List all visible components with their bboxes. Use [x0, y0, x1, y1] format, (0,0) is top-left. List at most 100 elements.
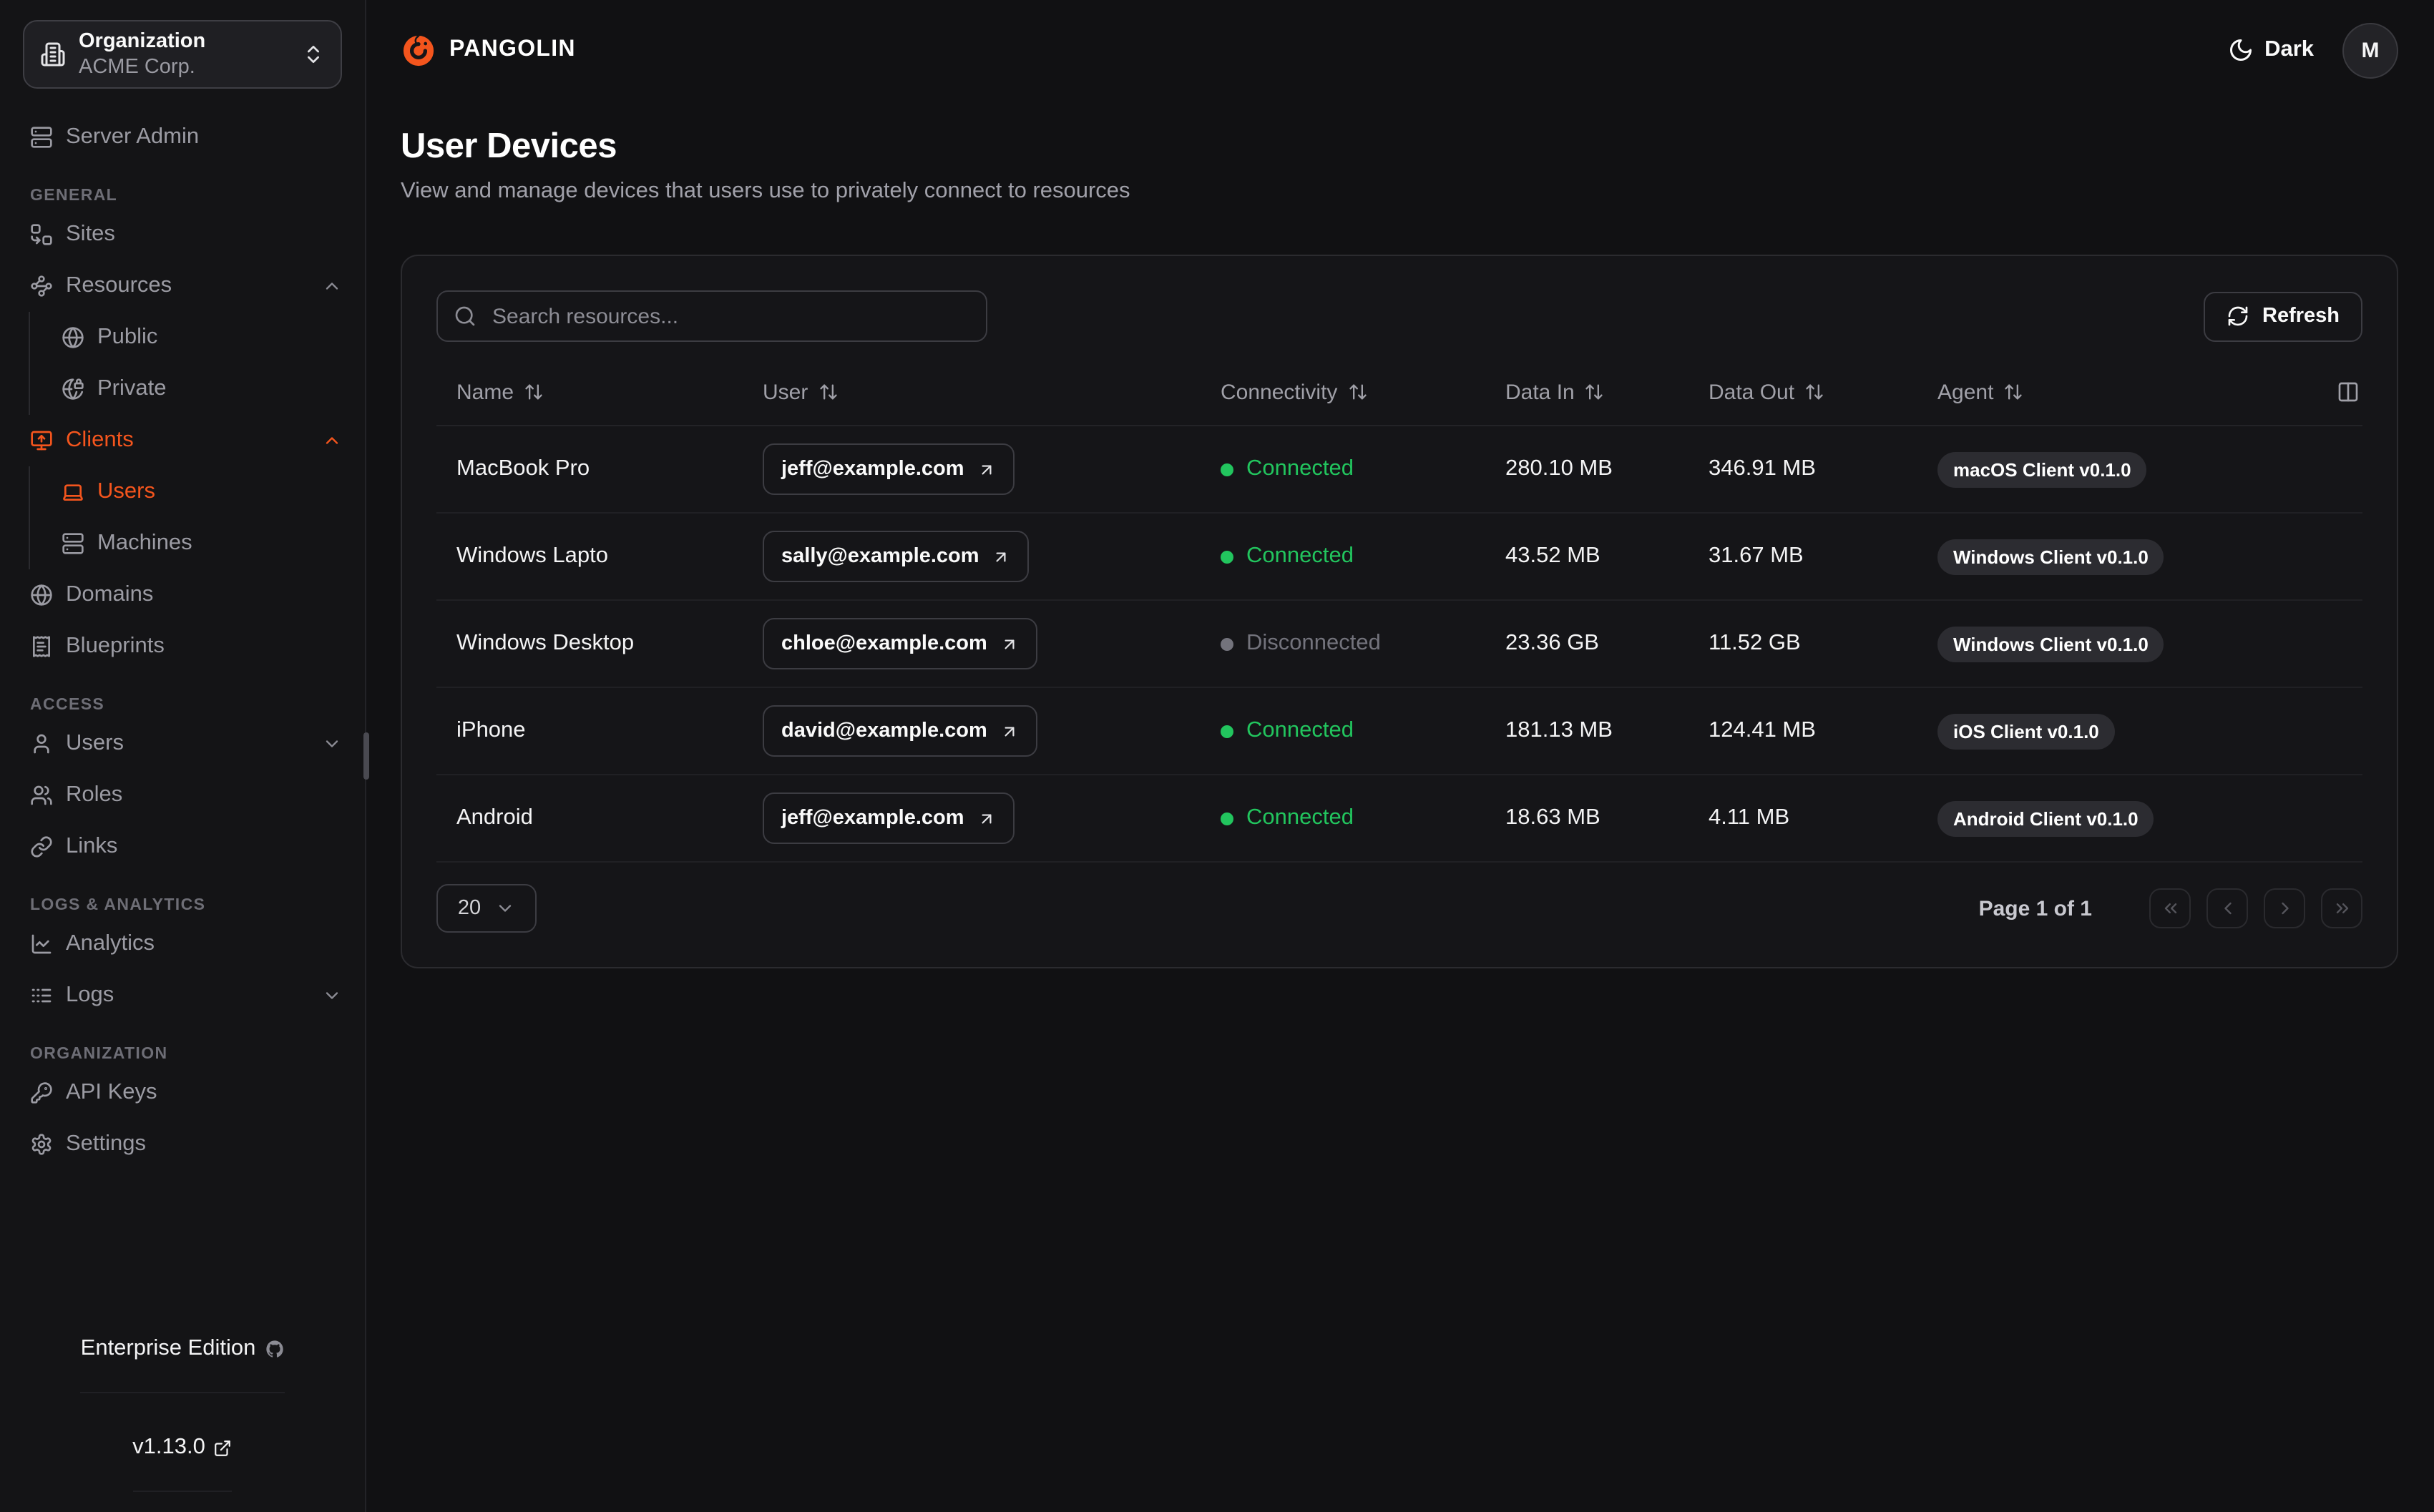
user-link-button[interactable]: chloe@example.com	[763, 618, 1037, 669]
sidebar-item-users[interactable]: Users	[0, 718, 365, 770]
column-label: Data Out	[1709, 380, 1795, 404]
sidebar-item-api-keys[interactable]: API Keys	[0, 1067, 365, 1119]
version-row[interactable]: v1.13.0	[132, 1405, 233, 1492]
search-input[interactable]	[489, 303, 970, 330]
agent-badge: Windows Client v0.1.0	[1937, 626, 2164, 662]
refresh-icon	[2228, 306, 2248, 326]
user-email: david@example.com	[781, 720, 987, 742]
page-title: User Devices	[401, 127, 617, 166]
sidebar-item-label: Blueprints	[66, 634, 165, 658]
sidebar-item-label: Users	[97, 479, 155, 504]
cell-user: jeff@example.com	[743, 792, 1201, 844]
first-page-button[interactable]	[2149, 888, 2191, 928]
chevron-down-icon	[499, 905, 512, 912]
column-header-data-in[interactable]: Data In	[1485, 380, 1688, 404]
server-icon	[31, 127, 52, 148]
sidebar-item-machines[interactable]: Machines	[30, 518, 365, 569]
clients-subgroup: Users Machines	[29, 466, 365, 569]
sidebar-item-resources[interactable]: Resources	[0, 260, 365, 312]
brand[interactable]: PANGOLIN	[401, 32, 576, 68]
sidebar-item-analytics[interactable]: Analytics	[0, 918, 365, 970]
next-page-button[interactable]	[2264, 888, 2305, 928]
cell-connectivity: Connected	[1201, 805, 1485, 831]
page-size-select[interactable]: 20	[436, 884, 537, 933]
cell-data-out: 124.41 MB	[1709, 718, 1816, 742]
cell-agent: Android Client v0.1.0	[1917, 800, 2275, 836]
sidebar-item-private[interactable]: Private	[30, 363, 365, 415]
cell-name: iPhone	[456, 718, 526, 742]
column-header-agent[interactable]: Agent	[1917, 380, 2275, 404]
sidebar-item-links[interactable]: Links	[0, 821, 365, 873]
globe-icon	[31, 584, 52, 606]
cell-agent: iOS Client v0.1.0	[1917, 713, 2275, 749]
cell-agent: Windows Client v0.1.0	[1917, 539, 2275, 574]
user-link-button[interactable]: david@example.com	[763, 705, 1037, 757]
user-email: jeff@example.com	[781, 807, 964, 830]
columns-toggle-button[interactable]	[2337, 381, 2360, 403]
search-icon	[455, 306, 475, 326]
arrow-up-right-icon	[982, 464, 992, 474]
sort-icon	[1349, 384, 1367, 400]
cell-user: sally@example.com	[743, 531, 1201, 582]
column-header-name[interactable]: Name	[436, 380, 743, 404]
user-link-button[interactable]: jeff@example.com	[763, 792, 1015, 844]
column-header-user[interactable]: User	[743, 380, 1201, 404]
sidebar-item-blueprints[interactable]: Blueprints	[0, 621, 365, 672]
column-header-options	[2275, 381, 2362, 403]
theme-toggle[interactable]: Dark	[2227, 37, 2314, 63]
chevron-down-icon	[326, 992, 338, 999]
cell-connectivity: Connected	[1201, 718, 1485, 744]
column-header-data-out[interactable]: Data Out	[1688, 380, 1917, 404]
user-email: jeff@example.com	[781, 458, 964, 481]
sidebar-item-public[interactable]: Public	[30, 312, 365, 363]
sidebar-item-clients-users[interactable]: Users	[30, 466, 365, 518]
page-size-value: 20	[457, 897, 482, 920]
devices-table: Name User Connectivity Data In Data Out …	[436, 359, 2362, 863]
avatar[interactable]: M	[2342, 22, 2398, 78]
arrow-up-right-icon	[1005, 726, 1015, 736]
sort-icon	[1586, 384, 1603, 400]
arrow-up-right-icon	[982, 813, 992, 823]
brand-name: PANGOLIN	[449, 37, 576, 62]
column-header-connectivity[interactable]: Connectivity	[1201, 380, 1485, 404]
sort-icon	[1806, 384, 1823, 400]
cell-data-in: 23.36 GB	[1505, 631, 1599, 655]
edition-row[interactable]: Enterprise Edition	[80, 1306, 285, 1393]
status-label: Connected	[1246, 544, 1354, 568]
sidebar-item-server-admin[interactable]: Server Admin	[0, 112, 365, 163]
status-dot	[1221, 550, 1233, 563]
topbar: PANGOLIN Dark M	[366, 0, 2434, 100]
github-icon	[265, 1340, 283, 1358]
building-icon	[41, 42, 65, 67]
sidebar-item-label: Public	[97, 325, 158, 349]
status-label: Connected	[1246, 718, 1354, 742]
sidebar-section-logs-analytics: LOGS & ANALYTICS	[30, 897, 206, 914]
sidebar-item-domains[interactable]: Domains	[0, 569, 365, 621]
sidebar-section-general: GENERAL	[30, 187, 118, 205]
org-selector[interactable]: Organization ACME Corp.	[23, 20, 342, 89]
sidebar-resize-handle[interactable]	[363, 732, 369, 780]
table-row: Windows Lapto sally@example.com Connecte…	[436, 514, 2362, 601]
monitor-up-icon	[31, 431, 52, 451]
sidebar-item-label: Logs	[66, 983, 114, 1007]
card-toolbar: Refresh	[436, 290, 2362, 342]
key-icon	[31, 1082, 52, 1104]
table-row: Windows Desktop chloe@example.com Discon…	[436, 601, 2362, 688]
devices-card: Refresh Name User Conn	[401, 255, 2398, 968]
sidebar-item-logs[interactable]: Logs	[0, 970, 365, 1021]
user-link-button[interactable]: jeff@example.com	[763, 443, 1015, 495]
sidebar-item-roles[interactable]: Roles	[0, 770, 365, 821]
avatar-initial: M	[2361, 38, 2380, 62]
chevron-up-icon	[326, 437, 338, 444]
refresh-button[interactable]: Refresh	[2204, 291, 2362, 341]
chevron-left-icon	[2224, 902, 2231, 915]
user-link-button[interactable]: sally@example.com	[763, 531, 1030, 582]
sidebar-item-sites[interactable]: Sites	[0, 209, 365, 260]
last-page-button[interactable]	[2321, 888, 2362, 928]
sidebar-item-settings[interactable]: Settings	[0, 1119, 365, 1170]
sidebar-item-clients[interactable]: Clients	[0, 415, 365, 466]
cell-connectivity: Connected	[1201, 456, 1485, 482]
globe-lock-icon	[62, 378, 84, 400]
prev-page-button[interactable]	[2206, 888, 2248, 928]
sidebar-item-label: Roles	[66, 782, 123, 807]
